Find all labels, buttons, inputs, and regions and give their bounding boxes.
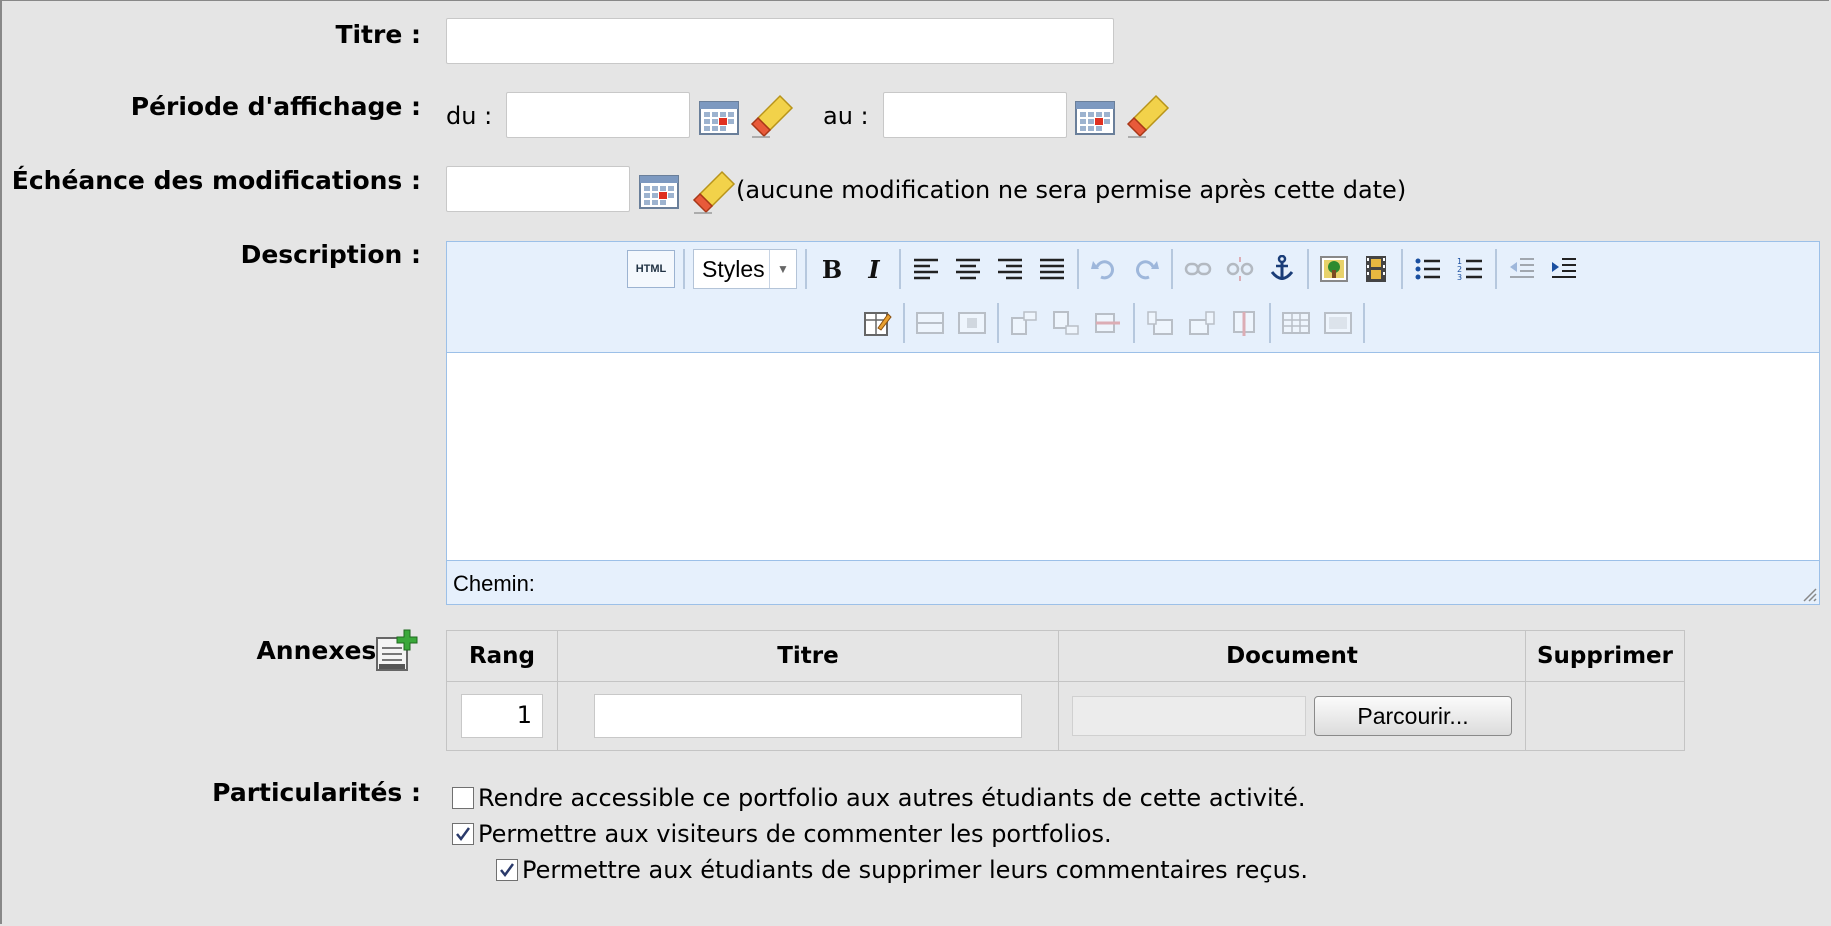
toolbar-separator bbox=[1363, 303, 1365, 343]
insert-row-after-icon[interactable] bbox=[1048, 305, 1084, 341]
option-row: Rendre accessible ce portfolio aux autre… bbox=[452, 784, 1305, 812]
unlink-icon[interactable] bbox=[1222, 251, 1258, 287]
bold-button[interactable]: B bbox=[814, 251, 850, 287]
annex-title-input[interactable] bbox=[594, 694, 1022, 738]
anchor-icon[interactable] bbox=[1264, 251, 1300, 287]
period-from-label: du : bbox=[446, 102, 493, 130]
add-annex-icon[interactable] bbox=[374, 628, 420, 674]
align-center-icon[interactable] bbox=[950, 251, 986, 287]
toolbar-separator bbox=[997, 303, 999, 343]
toolbar-separator bbox=[1495, 249, 1497, 289]
option-row: Permettre aux étudiants de supprimer leu… bbox=[496, 856, 1308, 884]
delete-cell bbox=[1525, 681, 1685, 751]
editor-path-label: Chemin: bbox=[453, 571, 535, 596]
chevron-down-icon: ▼ bbox=[769, 250, 796, 288]
image-icon[interactable] bbox=[1316, 251, 1352, 287]
indent-icon[interactable] bbox=[1546, 251, 1582, 287]
toolbar-separator bbox=[1269, 303, 1271, 343]
toolbar-row-1: HTML Styles ▼ B I 1 2 3 bbox=[623, 248, 1585, 290]
split-cells-icon[interactable] bbox=[1278, 305, 1314, 341]
header-supprimer: Supprimer bbox=[1525, 630, 1685, 682]
description-label: Description : bbox=[240, 240, 421, 269]
allow-delete-comments-checkbox-label: Permettre aux étudiants de supprimer leu… bbox=[522, 856, 1308, 884]
toolbar-separator bbox=[1401, 249, 1403, 289]
align-left-icon[interactable] bbox=[908, 251, 944, 287]
title-label: Titre : bbox=[335, 20, 421, 49]
redo-icon[interactable] bbox=[1128, 251, 1164, 287]
toolbar-row-2 bbox=[857, 302, 1369, 344]
accessible-checkbox[interactable] bbox=[452, 787, 474, 809]
editor-status-bar: Chemin: bbox=[447, 560, 1819, 604]
delete-col-icon[interactable] bbox=[1226, 305, 1262, 341]
description-editor: HTML Styles ▼ B I 1 2 3 Chemin: bbox=[446, 241, 1820, 605]
styles-dropdown[interactable]: Styles ▼ bbox=[693, 249, 797, 289]
deadline-label: Échéance des modifications : bbox=[11, 166, 421, 195]
period-label: Période d'affichage : bbox=[130, 92, 421, 121]
header-rang: Rang bbox=[446, 630, 558, 682]
toolbar-separator bbox=[899, 249, 901, 289]
table-header-row: Rang Titre Document Supprimer bbox=[446, 630, 1685, 682]
allow-comments-checkbox[interactable] bbox=[452, 823, 474, 845]
align-right-icon[interactable] bbox=[992, 251, 1028, 287]
annexes-table: Rang Titre Document Supprimer 1 Parcouri… bbox=[446, 630, 1685, 751]
check-mark-icon bbox=[500, 863, 515, 878]
period-from-input[interactable] bbox=[506, 92, 690, 138]
insert-col-before-icon[interactable] bbox=[1142, 305, 1178, 341]
allow-delete-comments-checkbox[interactable] bbox=[496, 859, 518, 881]
delete-row-icon[interactable] bbox=[1090, 305, 1126, 341]
allow-comments-checkbox-label: Permettre aux visiteurs de commenter les… bbox=[478, 820, 1112, 848]
insert-col-after-icon[interactable] bbox=[1184, 305, 1220, 341]
cell-props-icon[interactable] bbox=[954, 305, 990, 341]
media-icon[interactable] bbox=[1358, 251, 1394, 287]
toolbar-separator bbox=[1077, 249, 1079, 289]
undo-icon[interactable] bbox=[1086, 251, 1122, 287]
editor-content-area[interactable] bbox=[447, 353, 1819, 561]
toolbar-separator bbox=[683, 249, 685, 289]
deadline-note: (aucune modification ne sera permise apr… bbox=[736, 176, 1407, 204]
rank-input[interactable]: 1 bbox=[461, 694, 543, 738]
toolbar-separator bbox=[805, 249, 807, 289]
calendar-icon[interactable] bbox=[1074, 98, 1116, 136]
row-props-icon[interactable] bbox=[912, 305, 948, 341]
header-titre: Titre bbox=[557, 630, 1059, 682]
eraser-icon[interactable] bbox=[750, 92, 796, 138]
period-to-label: au : bbox=[823, 102, 869, 130]
link-icon[interactable] bbox=[1180, 251, 1216, 287]
insert-row-before-icon[interactable] bbox=[1006, 305, 1042, 341]
table-row: 1 Parcourir... bbox=[446, 681, 1685, 751]
calendar-icon[interactable] bbox=[698, 98, 740, 136]
check-mark-icon bbox=[456, 827, 471, 842]
header-document: Document bbox=[1058, 630, 1526, 682]
numbered-list-icon[interactable]: 123 bbox=[1452, 251, 1488, 287]
outdent-icon[interactable] bbox=[1504, 251, 1540, 287]
eraser-icon[interactable] bbox=[692, 168, 738, 214]
toolbar-separator bbox=[1307, 249, 1309, 289]
toolbar-separator bbox=[903, 303, 905, 343]
particularites-label: Particularités : bbox=[212, 778, 421, 807]
resize-grip-icon[interactable] bbox=[1801, 586, 1817, 602]
browse-button[interactable]: Parcourir... bbox=[1314, 696, 1512, 736]
title-input[interactable] bbox=[446, 18, 1114, 64]
file-input: Parcourir... bbox=[1059, 696, 1525, 736]
italic-button[interactable]: I bbox=[856, 251, 892, 287]
accessible-checkbox-label: Rendre accessible ce portfolio aux autre… bbox=[478, 784, 1306, 812]
editor-toolbar: HTML Styles ▼ B I 1 2 3 bbox=[447, 242, 1819, 353]
bullet-list-icon[interactable] bbox=[1410, 251, 1446, 287]
svg-text:3: 3 bbox=[1457, 273, 1462, 282]
styles-dropdown-label: Styles bbox=[702, 255, 765, 282]
align-justify-icon[interactable] bbox=[1034, 251, 1070, 287]
period-to-input[interactable] bbox=[883, 92, 1067, 138]
eraser-icon[interactable] bbox=[1126, 92, 1172, 138]
deadline-input[interactable] bbox=[446, 166, 630, 212]
toolbar-separator bbox=[1171, 249, 1173, 289]
option-row: Permettre aux visiteurs de commenter les… bbox=[452, 820, 1112, 848]
table-props-icon[interactable] bbox=[860, 305, 896, 341]
calendar-icon[interactable] bbox=[638, 172, 680, 210]
file-path-field[interactable] bbox=[1072, 696, 1306, 736]
toolbar-separator bbox=[1133, 303, 1135, 343]
merge-cells-icon[interactable] bbox=[1320, 305, 1356, 341]
html-source-button[interactable]: HTML bbox=[627, 250, 675, 288]
